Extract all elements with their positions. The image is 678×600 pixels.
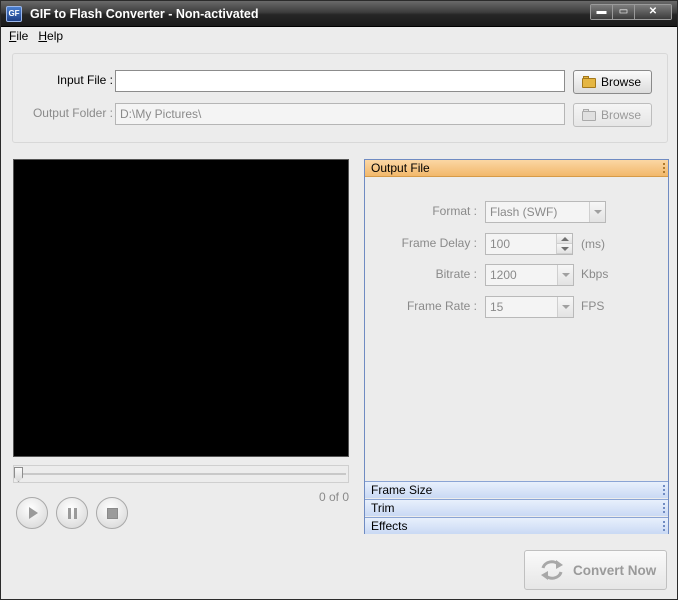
folder-icon	[582, 75, 596, 88]
frame-rate-unit: FPS	[581, 299, 605, 313]
browse-input-button[interactable]: Browse	[573, 70, 652, 94]
input-file-label: Input File :	[56, 73, 113, 87]
convert-now-label: Convert Now	[573, 562, 657, 578]
title-bar[interactable]: GF GIF to Flash Converter - Non-activate…	[1, 1, 677, 27]
convert-now-button[interactable]: Convert Now	[524, 550, 667, 590]
browse-output-button[interactable]: Browse	[573, 103, 652, 127]
frame-delay-stepper[interactable]: 100	[485, 233, 573, 255]
frame-delay-unit: (ms)	[581, 237, 605, 251]
window-controls: ▬ ▭ ✕	[590, 4, 672, 20]
app-window: GF GIF to Flash Converter - Non-activate…	[0, 0, 678, 600]
chevron-down-icon[interactable]	[589, 202, 605, 222]
section-effects[interactable]: Effects	[365, 517, 668, 534]
bitrate-select[interactable]: 1200	[485, 264, 574, 286]
input-file-field[interactable]	[115, 70, 565, 92]
frame-delay-label: Frame Delay :	[401, 236, 477, 250]
seek-slider[interactable]	[13, 465, 349, 483]
stop-icon	[106, 507, 118, 519]
format-select[interactable]: Flash (SWF)	[485, 201, 606, 223]
frame-delay-value: 100	[490, 237, 511, 251]
app-icon: GF	[6, 6, 22, 22]
frame-rate-select[interactable]: 15	[485, 296, 574, 318]
grip-icon	[663, 485, 665, 495]
pause-button[interactable]	[56, 497, 88, 529]
format-label: Format :	[432, 204, 477, 218]
seek-slider-thumb[interactable]	[14, 467, 23, 482]
grip-icon	[663, 521, 665, 531]
bitrate-unit: Kbps	[581, 267, 609, 281]
section-trim-label: Trim	[371, 501, 395, 515]
spinner-icon[interactable]	[556, 234, 572, 254]
section-effects-label: Effects	[371, 519, 408, 533]
output-folder-label: Output Folder :	[32, 106, 113, 120]
menu-help[interactable]: Help	[33, 27, 68, 45]
convert-icon	[541, 560, 563, 580]
settings-panel: Output File Format : Flash (SWF) Frame D…	[364, 159, 669, 534]
folder-icon	[582, 108, 596, 121]
grip-icon	[663, 163, 665, 173]
section-trim[interactable]: Trim	[365, 499, 668, 516]
window-title: GIF to Flash Converter - Non-activated	[30, 7, 259, 21]
chevron-down-icon[interactable]	[557, 297, 573, 317]
video-preview	[13, 159, 349, 457]
browse-input-label: Browse	[601, 75, 642, 89]
maximize-icon[interactable]: ▭	[613, 5, 635, 19]
grip-icon	[663, 503, 665, 513]
section-output-file-label: Output File	[371, 161, 430, 175]
menu-file[interactable]: File	[4, 27, 33, 45]
menu-help-label: elp	[47, 29, 64, 43]
format-value: Flash (SWF)	[490, 205, 558, 219]
seek-slider-track	[16, 473, 346, 475]
frame-rate-value: 15	[490, 300, 504, 314]
file-group: Input File : Browse Output Folder : D:\M…	[12, 53, 668, 143]
menu-file-label: ile	[16, 29, 29, 43]
minimize-icon[interactable]: ▬	[591, 5, 613, 19]
frame-rate-label: Frame Rate :	[406, 299, 477, 313]
stop-button[interactable]	[96, 497, 128, 529]
close-icon[interactable]: ✕	[635, 5, 671, 19]
pause-icon	[67, 507, 77, 519]
play-icon	[29, 507, 38, 519]
section-output-file[interactable]: Output File	[365, 160, 668, 177]
menu-help-mnemonic: H	[38, 29, 48, 43]
play-button[interactable]	[16, 497, 48, 529]
section-frame-size-label: Frame Size	[371, 483, 433, 497]
output-folder-field[interactable]: D:\My Pictures\	[115, 103, 565, 125]
bitrate-label: Bitrate :	[435, 267, 477, 281]
chevron-down-icon[interactable]	[557, 265, 573, 285]
section-frame-size[interactable]: Frame Size	[365, 481, 668, 498]
browse-output-label: Browse	[601, 108, 642, 122]
bitrate-value: 1200	[490, 268, 517, 282]
menu-bar: File Help	[1, 27, 677, 45]
frame-counter: 0 of 0	[318, 490, 349, 504]
